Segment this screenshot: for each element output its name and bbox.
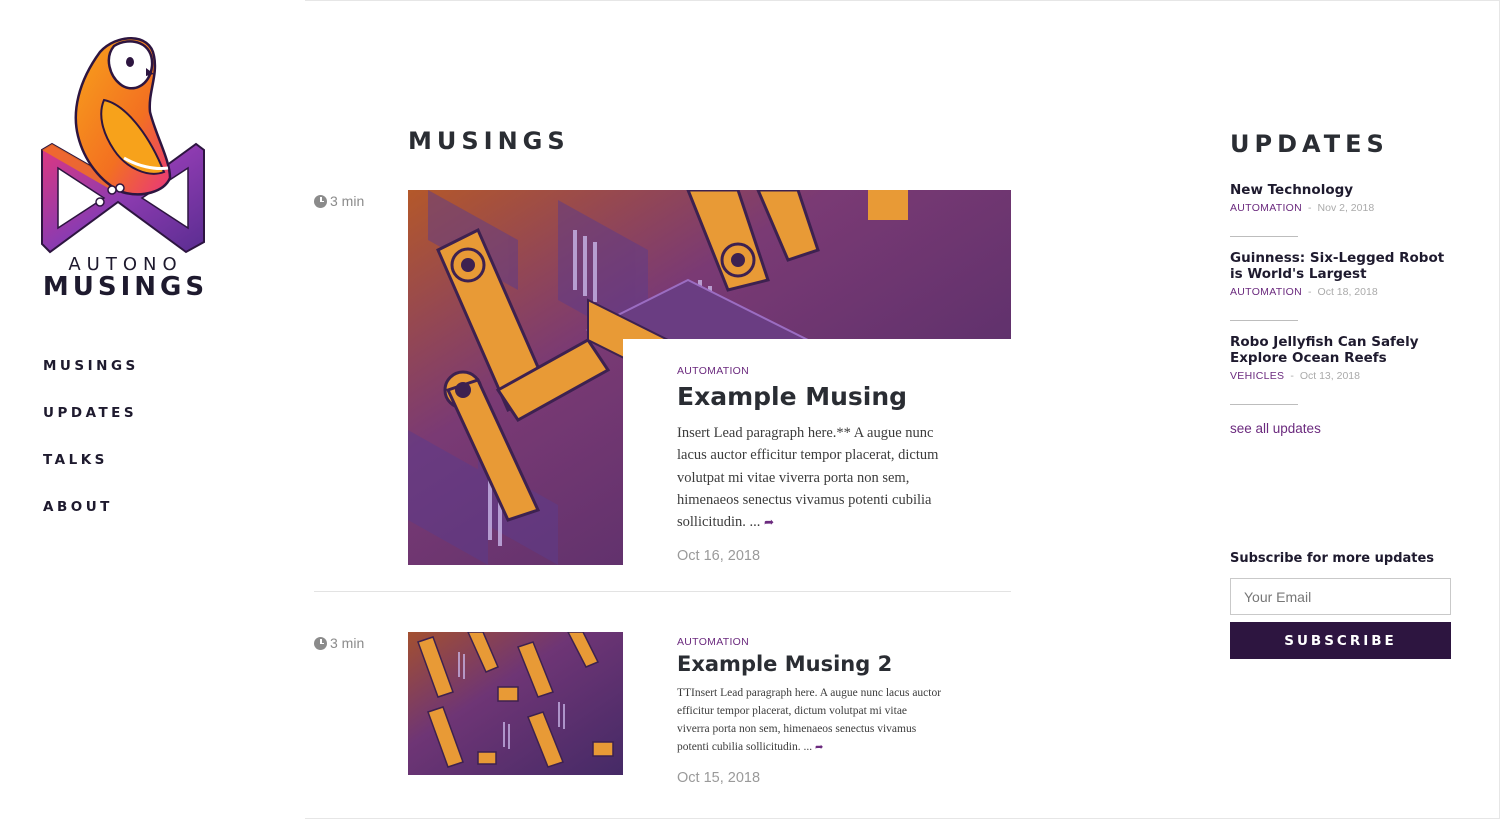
update-item[interactable]: Robo Jellyfish Can Safely Explore Ocean … <box>1230 334 1460 382</box>
post-lead: TTInsert Lead paragraph here. A augue nu… <box>677 684 942 757</box>
updates-title: UPDATES <box>1230 130 1389 158</box>
update-date: Nov 2, 2018 <box>1317 202 1375 214</box>
update-divider <box>1230 320 1298 321</box>
read-time-label: 3 min <box>330 193 365 209</box>
nav-item-talks[interactable]: TALKS <box>43 452 139 499</box>
update-category[interactable]: VEHICLES <box>1230 370 1284 382</box>
update-divider <box>1230 404 1298 405</box>
update-divider <box>1230 236 1298 237</box>
update-title[interactable]: Robo Jellyfish Can Safely Explore Ocean … <box>1230 334 1460 366</box>
main-nav: MUSINGS UPDATES TALKS ABOUT <box>43 358 139 546</box>
update-separator: - <box>1308 286 1312 298</box>
update-title[interactable]: New Technology <box>1230 182 1460 198</box>
post-summary: AUTOMATION Example Musing 2 TTInsert Lea… <box>677 636 942 786</box>
share-arrow-icon[interactable]: ➦ <box>764 515 774 529</box>
update-title[interactable]: Guinness: Six-Legged Robot is World's La… <box>1230 250 1460 282</box>
post-category[interactable]: AUTOMATION <box>677 365 962 377</box>
page-title: MUSINGS <box>408 127 570 155</box>
update-date: Oct 13, 2018 <box>1299 370 1360 382</box>
post-lead-text: Insert Lead paragraph here.** A augue nu… <box>677 425 939 531</box>
update-category[interactable]: AUTOMATION <box>1230 202 1302 214</box>
update-item[interactable]: New Technology AUTOMATION - Nov 2, 2018 <box>1230 182 1460 214</box>
post-lead-text: TTInsert Lead paragraph here. A augue nu… <box>677 687 942 753</box>
post-category[interactable]: AUTOMATION <box>677 636 942 648</box>
read-time: 3 min <box>314 635 364 651</box>
post-date: Oct 15, 2018 <box>677 770 761 786</box>
update-separator: - <box>1290 370 1294 382</box>
see-all-updates-link[interactable]: see all updates <box>1230 421 1321 436</box>
email-field[interactable] <box>1230 578 1451 615</box>
post-divider <box>314 591 1011 592</box>
subscribe-label: Subscribe for more updates <box>1230 551 1435 566</box>
post-card: AUTOMATION Example Musing Insert Lead pa… <box>623 339 1011 579</box>
update-item[interactable]: Guinness: Six-Legged Robot is World's La… <box>1230 250 1460 298</box>
subscribe-button[interactable]: SUBSCRIBE <box>1230 622 1451 659</box>
update-category[interactable]: AUTOMATION <box>1230 286 1302 298</box>
update-separator: - <box>1308 202 1312 214</box>
read-time-label: 3 min <box>330 635 365 651</box>
nav-item-updates[interactable]: UPDATES <box>43 405 139 452</box>
update-date: Oct 18, 2018 <box>1317 286 1378 298</box>
post-thumbnail[interactable] <box>408 632 623 775</box>
brand-line-2: MUSINGS <box>42 272 209 302</box>
read-time: 3 min <box>314 193 364 209</box>
share-arrow-icon[interactable]: ➦ <box>815 742 823 753</box>
sidebar: AUTONO MUSINGS MUSINGS UPDATES TALKS ABO… <box>0 0 305 819</box>
clock-icon <box>314 636 327 650</box>
post-title[interactable]: Example Musing <box>677 382 962 411</box>
nav-item-about[interactable]: ABOUT <box>43 499 139 546</box>
post-lead: Insert Lead paragraph here.** A augue nu… <box>677 422 962 533</box>
clock-icon <box>314 194 327 208</box>
post-title[interactable]: Example Musing 2 <box>677 652 942 676</box>
post-date: Oct 16, 2018 <box>677 548 761 565</box>
nav-item-musings[interactable]: MUSINGS <box>43 358 139 405</box>
